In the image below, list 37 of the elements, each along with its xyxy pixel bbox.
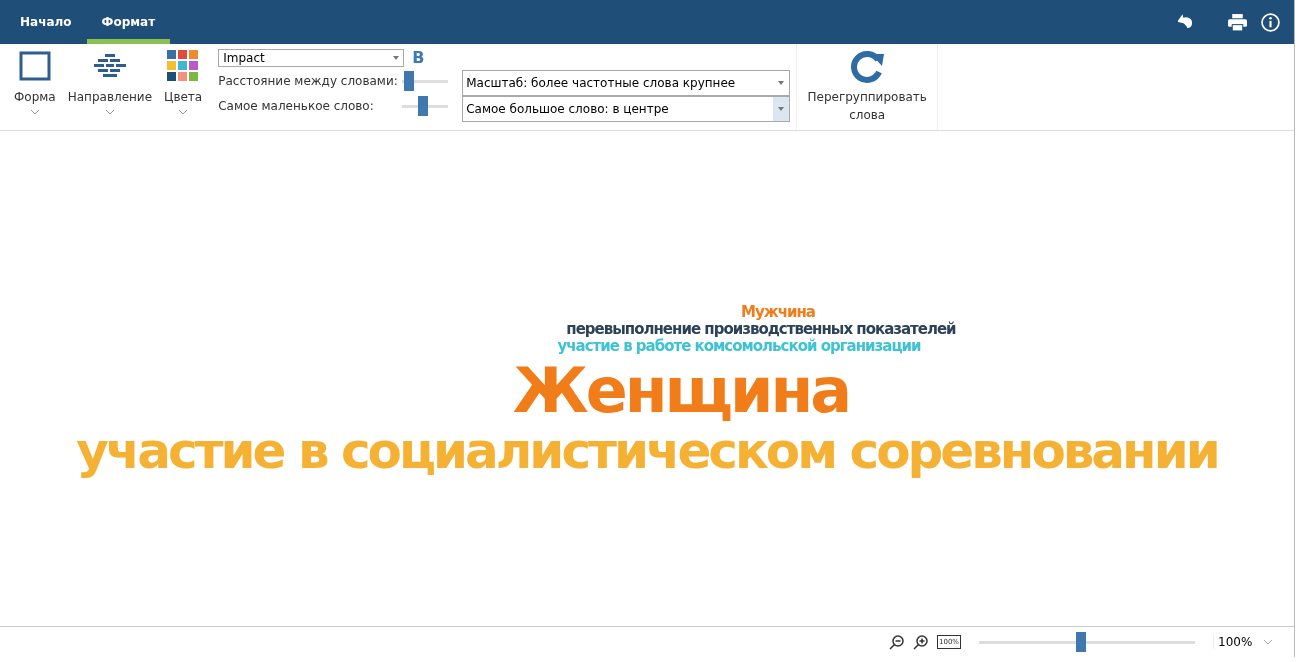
dropdown-arrow-icon	[778, 107, 785, 111]
cloud-word: Мужчина	[741, 305, 815, 320]
zoom-in-icon[interactable]	[913, 634, 929, 650]
cloud-word: перевыполнение производственных показателей	[566, 322, 956, 337]
ribbon-button[interactable]: Направление	[61, 44, 159, 126]
dropdown-arrow-icon	[393, 55, 400, 60]
chevron-down-icon	[179, 110, 188, 115]
square-icon	[18, 50, 51, 82]
cloud-word: участие в работе комсомольской организации	[557, 339, 921, 354]
ribbon-button[interactable]: Цвета	[158, 44, 209, 126]
zoom-dropdown[interactable]: 100%	[1213, 635, 1272, 649]
info-icon[interactable]	[1261, 12, 1280, 32]
chevron-down-icon	[105, 110, 114, 115]
color-grid-icon	[167, 50, 200, 82]
zoom-out-icon[interactable]	[889, 634, 905, 650]
slider-label: Самое маленькое слово:	[218, 98, 375, 114]
slider-thumb[interactable]	[417, 96, 428, 116]
slider-label: Расстояние между словами:	[218, 73, 399, 89]
undo-icon[interactable]	[1178, 14, 1194, 30]
zoom-slider-thumb[interactable]	[1075, 632, 1086, 652]
dropdown-arrow-button[interactable]	[773, 97, 790, 121]
ribbon-button[interactable]: Форма	[8, 44, 62, 126]
chevron-down-icon	[1264, 639, 1272, 645]
slider-thumb[interactable]	[404, 71, 415, 91]
cloud-word: участие в социалистическом соревновании	[76, 426, 1218, 476]
dropdown-arrow-icon	[778, 81, 785, 85]
ribbon-tab[interactable]: Начало	[5, 0, 87, 44]
regroup-button[interactable]: Перегруппировать слова	[796, 44, 939, 130]
cloud-word: Женщина	[512, 360, 850, 422]
refresh-icon	[849, 50, 886, 84]
chevron-down-icon	[30, 110, 39, 115]
option-dropdown[interactable]: Масштаб: более частотные слова крупнее	[462, 70, 791, 96]
bold-toggle[interactable]: B	[412, 48, 425, 67]
font-dropdown[interactable]: Impact	[218, 48, 405, 67]
print-icon[interactable]	[1228, 13, 1247, 31]
ribbon-tab[interactable]: Формат	[86, 0, 171, 44]
option-dropdown[interactable]: Самое большое слово: в центре	[462, 96, 791, 122]
